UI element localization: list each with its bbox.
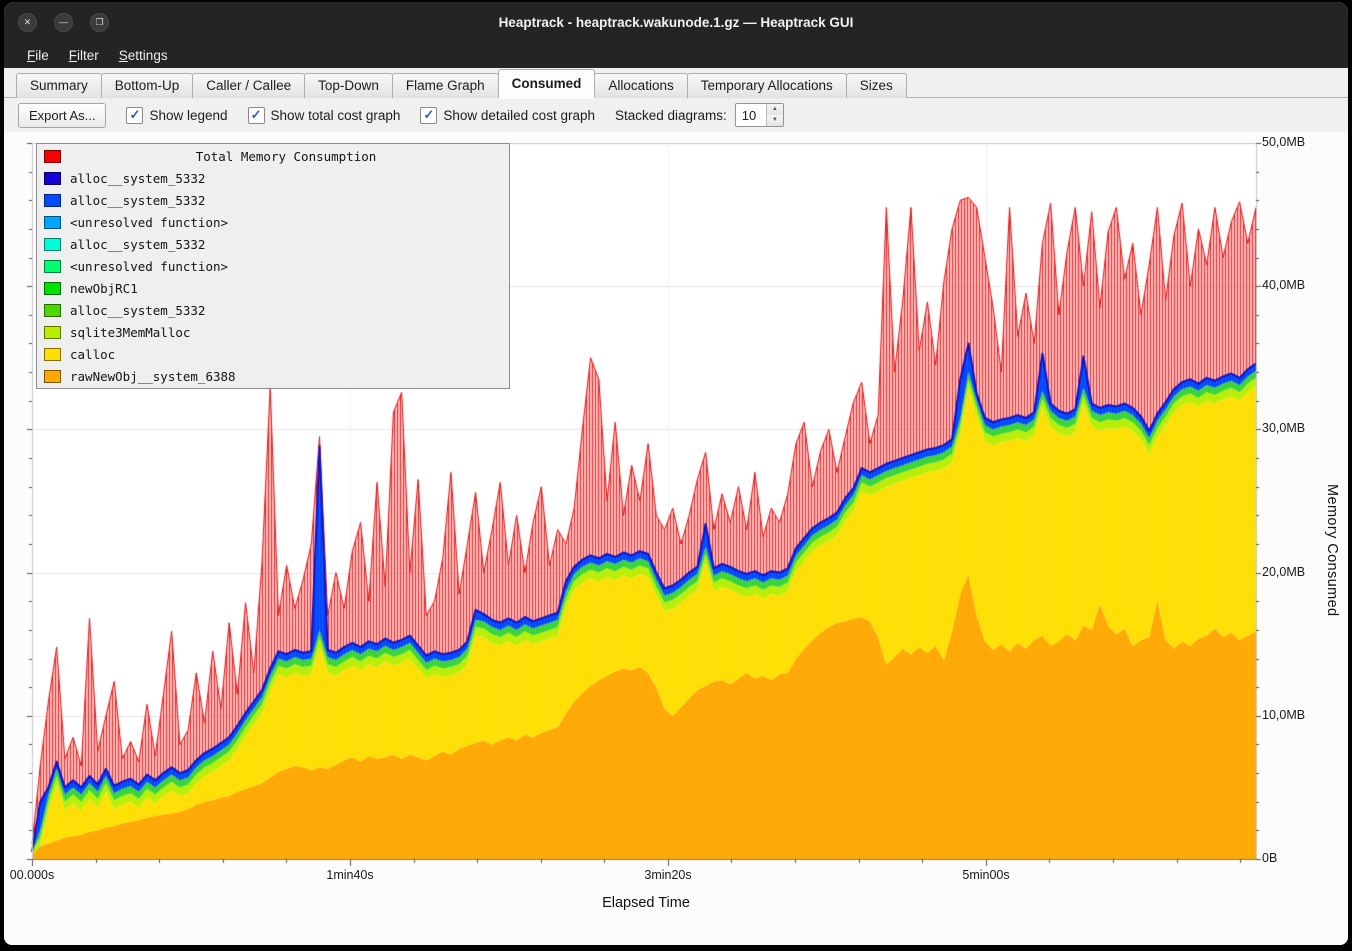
legend-label: <unresolved function>: [70, 215, 228, 230]
chevron-up-icon: ▲: [772, 106, 778, 112]
menu-file[interactable]: File: [18, 45, 58, 66]
y-axis-tick-0b: 0B: [1262, 851, 1332, 865]
checkbox-show-legend[interactable]: ✓ Show legend: [126, 107, 227, 124]
x-axis-tick-5min00s: 5min00s: [956, 868, 1016, 882]
legend-label: rawNewObj__system_6388: [70, 369, 236, 384]
tab-allocations[interactable]: Allocations: [594, 73, 687, 98]
checkbox-show-detailed-cost-graph[interactable]: ✓ Show detailed cost graph: [420, 107, 595, 124]
tab-sizes[interactable]: Sizes: [846, 73, 907, 98]
menu-filter-rest: ilter: [77, 48, 99, 63]
y-axis-tick-10mb: 10,0MB: [1262, 708, 1332, 722]
minimize-button[interactable]: —: [54, 13, 73, 32]
x-axis-title: Elapsed Time: [4, 895, 1288, 911]
legend-swatch: [44, 282, 61, 295]
spinbox-value[interactable]: 10: [736, 104, 766, 126]
legend-item: calloc: [37, 343, 509, 365]
check-icon: ✓: [126, 107, 143, 124]
toolbar: Export As... ✓ Show legend ✓ Show total …: [4, 98, 1348, 132]
legend-item: newObjRC1: [37, 277, 509, 299]
check-icon: ✓: [420, 107, 437, 124]
close-button[interactable]: ✕: [18, 13, 37, 32]
legend-swatch: [44, 238, 61, 251]
menu-file-rest: ile: [35, 48, 49, 63]
legend-swatch: [44, 260, 61, 273]
menu-settings-accel: S: [119, 48, 128, 63]
checkbox-show-total-cost-graph[interactable]: ✓ Show total cost graph: [248, 107, 401, 124]
tab-flame-graph[interactable]: Flame Graph: [392, 73, 499, 98]
legend-item: sqlite3MemMalloc: [37, 321, 509, 343]
heaptrack-window: ✕ — ❐ Heaptrack - heaptrack.wakunode.1.g…: [4, 2, 1348, 945]
menu-filter-accel: F: [69, 48, 77, 63]
legend-label: alloc__system_5332: [70, 303, 205, 318]
checkbox-label: Show detailed cost graph: [443, 108, 595, 123]
tab-caller-callee[interactable]: Caller / Callee: [192, 73, 305, 98]
menubar: File Filter Settings: [4, 42, 1348, 68]
chart-region: Total Memory Consumption alloc__system_5…: [4, 132, 1348, 945]
legend-label: newObjRC1: [70, 281, 138, 296]
x-axis-tick-1min40s: 1min40s: [320, 868, 380, 882]
screenshot-stage: ✕ — ❐ Heaptrack - heaptrack.wakunode.1.g…: [0, 0, 1352, 951]
legend-label: calloc: [70, 347, 115, 362]
tab-temporary-allocations[interactable]: Temporary Allocations: [687, 73, 847, 98]
spinbox-buttons: ▲ ▼: [766, 104, 783, 126]
legend-swatch: [44, 370, 61, 383]
legend-label: alloc__system_5332: [70, 193, 205, 208]
tabbar: Summary Bottom-Up Caller / Callee Top-Do…: [4, 68, 1348, 98]
tab-consumed[interactable]: Consumed: [498, 69, 596, 98]
legend-item: alloc__system_5332: [37, 299, 509, 321]
y-axis-title: Memory Consumed: [1324, 484, 1340, 617]
legend-swatch: [44, 326, 61, 339]
y-axis-tick-30mb: 30,0MB: [1262, 421, 1332, 435]
tab-top-down[interactable]: Top-Down: [304, 73, 393, 98]
chart-legend: Total Memory Consumption alloc__system_5…: [36, 143, 510, 389]
spin-down-button[interactable]: ▼: [767, 115, 783, 126]
minimize-icon: —: [59, 17, 68, 27]
tab-bottom-up[interactable]: Bottom-Up: [101, 73, 194, 98]
titlebar: ✕ — ❐ Heaptrack - heaptrack.wakunode.1.g…: [4, 2, 1348, 42]
legend-item: <unresolved function>: [37, 255, 509, 277]
legend-label: <unresolved function>: [70, 259, 228, 274]
legend-swatch: [44, 172, 61, 185]
menu-settings[interactable]: Settings: [110, 45, 177, 66]
close-icon: ✕: [24, 17, 32, 27]
maximize-icon: ❐: [95, 17, 103, 27]
spin-up-button[interactable]: ▲: [767, 104, 783, 115]
legend-item: rawNewObj__system_6388: [37, 365, 509, 387]
legend-item: <unresolved function>: [37, 211, 509, 233]
legend-item: alloc__system_5332: [37, 189, 509, 211]
check-icon: ✓: [248, 107, 265, 124]
legend-title-row: Total Memory Consumption: [37, 145, 509, 167]
legend-item: alloc__system_5332: [37, 233, 509, 255]
y-axis-tick-20mb: 20,0MB: [1262, 565, 1332, 579]
menu-file-accel: F: [27, 48, 35, 63]
legend-title: Total Memory Consumption: [70, 149, 502, 164]
legend-swatch: [44, 194, 61, 207]
chevron-down-icon: ▼: [772, 117, 778, 123]
legend-swatch: [44, 348, 61, 361]
legend-swatch: [44, 216, 61, 229]
export-as-button[interactable]: Export As...: [18, 103, 106, 128]
window-controls: ✕ — ❐: [18, 2, 109, 42]
y-axis-tick-40mb: 40,0MB: [1262, 278, 1332, 292]
y-axis-tick-50mb: 50,0MB: [1262, 135, 1332, 149]
legend-item: alloc__system_5332: [37, 167, 509, 189]
menu-filter[interactable]: Filter: [60, 45, 108, 66]
maximize-button[interactable]: ❐: [90, 13, 109, 32]
window-title: Heaptrack - heaptrack.wakunode.1.gz — He…: [499, 15, 854, 30]
menu-settings-rest: ettings: [128, 48, 168, 63]
checkbox-label: Show total cost graph: [271, 108, 401, 123]
legend-swatch: [44, 304, 61, 317]
stacked-diagrams-group: Stacked diagrams: 10 ▲ ▼: [615, 103, 784, 127]
x-axis-tick-0s: 00.000s: [4, 868, 62, 882]
legend-label: sqlite3MemMalloc: [70, 325, 190, 340]
stacked-diagrams-label: Stacked diagrams:: [615, 108, 727, 123]
legend-label: alloc__system_5332: [70, 171, 205, 186]
checkbox-label: Show legend: [149, 108, 227, 123]
stacked-diagrams-spinbox[interactable]: 10 ▲ ▼: [735, 103, 784, 127]
tab-summary[interactable]: Summary: [16, 73, 102, 98]
x-axis-tick-3min20s: 3min20s: [638, 868, 698, 882]
legend-label: alloc__system_5332: [70, 237, 205, 252]
legend-swatch: [44, 150, 61, 163]
